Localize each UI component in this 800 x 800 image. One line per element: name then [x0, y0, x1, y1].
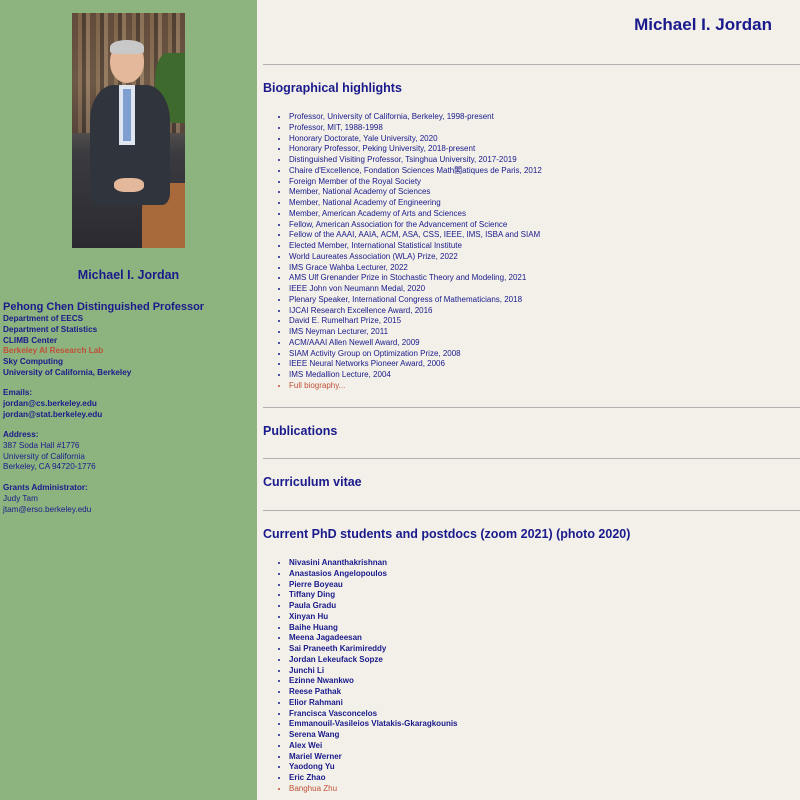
full-biography-link[interactable]: Full biography...	[289, 381, 542, 392]
affiliation-item: CLIMB Center	[3, 335, 58, 345]
student-item: Alex Wei	[289, 741, 458, 752]
bio-item: IMS Medallion Lecture, 2004	[289, 370, 542, 381]
emails-label: Emails:	[3, 388, 33, 397]
affiliation-item: Department of EECS	[3, 314, 84, 323]
bio-item: AMS Ulf Grenander Prize in Stochastic Th…	[289, 273, 542, 284]
bair-link[interactable]: Berkeley AI Research Lab	[3, 346, 131, 357]
emails-section: Emails: jordan@cs.berkeley.edu jordan@st…	[3, 388, 102, 420]
bio-item: Honorary Professor, Peking University, 2…	[289, 144, 542, 155]
affiliation-list: Department of EECS Department of Statist…	[3, 314, 131, 379]
student-item: Sai Praneeth Karimireddy	[289, 644, 458, 655]
bio-item: Chaire d'Excellence, Fondation Sciences …	[289, 166, 542, 177]
bio-heading: Biographical highlights	[263, 81, 402, 95]
bio-list: Professor, University of California, Ber…	[279, 112, 542, 392]
admin-name: Judy Tam	[3, 493, 38, 503]
profile-photo	[72, 13, 185, 248]
student-item: Ezinne Nwankwo	[289, 676, 458, 687]
student-item: Nivasini Ananthakrishnan	[289, 558, 458, 569]
student-item: Paula Gradu	[289, 601, 458, 612]
bio-item: Member, National Academy of Sciences	[289, 187, 542, 198]
student-item: Mariel Werner	[289, 752, 458, 763]
student-item: Pierre Boyeau	[289, 580, 458, 591]
bio-item: IJCAI Research Excellence Award, 2016	[289, 306, 542, 317]
student-item: Junchi Li	[289, 666, 458, 677]
students-list: Nivasini AnanthakrishnanAnastasios Angel…	[279, 558, 458, 795]
bio-item: IMS Neyman Lecturer, 2011	[289, 327, 542, 338]
bio-item: David E. Rumelhart Prize, 2015	[289, 316, 542, 327]
bio-item: SIAM Activity Group on Optimization Priz…	[289, 349, 542, 360]
admin-email[interactable]: jtam@erso.berkeley.edu	[3, 505, 91, 516]
student-item: Emmanouil-Vasileios Vlatakis-Gkaragkouni…	[289, 719, 458, 730]
admin-section: Grants Administrator: Judy Tam jtam@erso…	[3, 483, 91, 515]
cv-link[interactable]: Curriculum vitae	[263, 475, 362, 489]
divider	[263, 510, 800, 511]
student-item: Yaodong Yu	[289, 762, 458, 773]
bio-item: Foreign Member of the Royal Society	[289, 177, 542, 188]
bio-item: IEEE Neural Networks Pioneer Award, 2006	[289, 359, 542, 370]
sidebar-title: Pehong Chen Distinguished Professor	[3, 301, 205, 313]
bio-item: Professor, MIT, 1988-1998	[289, 123, 542, 134]
divider	[263, 458, 800, 459]
student-item: Serena Wang	[289, 730, 458, 741]
student-item: Anastasios Angelopoulos	[289, 569, 458, 580]
sidebar-name: Michael I. Jordan	[77, 268, 180, 282]
address-line: University of California	[3, 451, 85, 461]
email-link[interactable]: jordan@stat.berkeley.edu	[3, 410, 102, 421]
bio-item: Member, National Academy of Engineering	[289, 198, 542, 209]
student-item: Xinyan Hu	[289, 612, 458, 623]
bio-item: Fellow, American Association for the Adv…	[289, 220, 542, 231]
student-item: Baihe Huang	[289, 623, 458, 634]
bio-item: Honorary Doctorate, Yale University, 202…	[289, 134, 542, 145]
address-line: Berkeley, CA 94720-1776	[3, 462, 96, 472]
student-item: Elior Rahmani	[289, 698, 458, 709]
affiliation-item: Sky Computing	[3, 357, 64, 367]
bio-item: Distinguished Visiting Professor, Tsingh…	[289, 155, 542, 166]
student-item: Jordan Lekeufack Sopze	[289, 655, 458, 666]
bio-item: Plenary Speaker, International Congress …	[289, 295, 542, 306]
student-item: Eric Zhao	[289, 773, 458, 784]
address-label: Address:	[3, 430, 39, 439]
bio-item: Professor, University of California, Ber…	[289, 112, 542, 123]
publications-link[interactable]: Publications	[263, 424, 337, 438]
address-line: 387 Soda Hall #1776	[3, 440, 80, 450]
divider	[263, 64, 800, 65]
bio-item: Elected Member, International Statistica…	[289, 241, 542, 252]
bio-item: IMS Grace Wahba Lecturer, 2022	[289, 263, 542, 274]
student-item: Meena Jagadeesan	[289, 633, 458, 644]
bio-item: Member, American Academy of Arts and Sci…	[289, 209, 542, 220]
email-link[interactable]: jordan@cs.berkeley.edu	[3, 399, 102, 410]
bio-item: ACM/AAAI Allen Newell Award, 2009	[289, 338, 542, 349]
student-item: Francisca Vasconcelos	[289, 709, 458, 720]
affiliation-item: Department of Statistics	[3, 324, 98, 334]
bio-item: World Laureates Association (WLA) Prize,…	[289, 252, 542, 263]
address-section: Address: 387 Soda Hall #1776 University …	[3, 430, 96, 473]
affiliation-item: University of California, Berkeley	[3, 367, 132, 377]
bio-item: IEEE John von Neumann Medal, 2020	[289, 284, 542, 295]
student-item: Tiffany Ding	[289, 590, 458, 601]
admin-label: Grants Administrator:	[3, 483, 88, 492]
sidebar: Michael I. Jordan Pehong Chen Distinguis…	[0, 0, 257, 800]
page-title: Michael I. Jordan	[634, 15, 772, 34]
bio-item: Fellow of the AAAI, AAIA, ACM, ASA, CSS,…	[289, 230, 542, 241]
divider	[263, 407, 800, 408]
student-link[interactable]: Banghua Zhu	[289, 784, 458, 795]
students-heading[interactable]: Current PhD students and postdocs (zoom …	[263, 527, 630, 541]
student-item: Reese Pathak	[289, 687, 458, 698]
